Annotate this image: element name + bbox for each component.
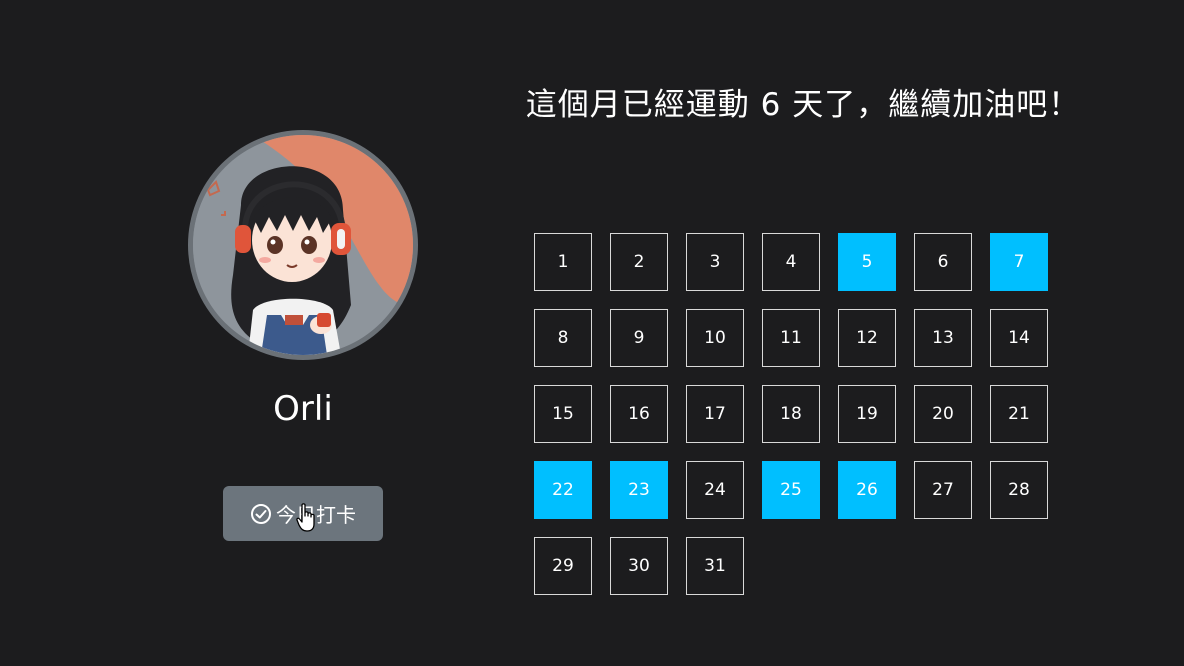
page-title: 這個月已經運動 6 天了，繼續加油吧！ bbox=[525, 87, 1081, 123]
calendar-day[interactable]: 11 bbox=[762, 309, 820, 367]
calendar-day[interactable]: 13 bbox=[914, 309, 972, 367]
check-circle-icon bbox=[250, 503, 272, 525]
calendar-day[interactable]: 21 bbox=[990, 385, 1048, 443]
calendar-day[interactable]: 14 bbox=[990, 309, 1048, 367]
calendar-day[interactable]: 23 bbox=[610, 461, 668, 519]
calendar-day[interactable]: 17 bbox=[686, 385, 744, 443]
calendar-day[interactable]: 4 bbox=[762, 233, 820, 291]
calendar-day[interactable]: 8 bbox=[534, 309, 592, 367]
girl-with-headphones-avatar bbox=[193, 135, 413, 355]
username: Orli bbox=[273, 389, 333, 429]
calendar-day[interactable]: 28 bbox=[990, 461, 1048, 519]
calendar-day[interactable]: 5 bbox=[838, 233, 896, 291]
calendar-day[interactable]: 15 bbox=[534, 385, 592, 443]
calendar-day[interactable]: 10 bbox=[686, 309, 744, 367]
calendar-day[interactable]: 1 bbox=[534, 233, 592, 291]
calendar-day[interactable]: 22 bbox=[534, 461, 592, 519]
calendar-day[interactable]: 7 bbox=[990, 233, 1048, 291]
calendar-day[interactable]: 31 bbox=[686, 537, 744, 595]
calendar-day[interactable]: 27 bbox=[914, 461, 972, 519]
calendar-day[interactable]: 6 bbox=[914, 233, 972, 291]
calendar-day[interactable]: 29 bbox=[534, 537, 592, 595]
checkin-button[interactable]: 今日打卡 bbox=[223, 486, 383, 541]
calendar-day[interactable]: 9 bbox=[610, 309, 668, 367]
calendar-day[interactable]: 30 bbox=[610, 537, 668, 595]
calendar-day[interactable]: 12 bbox=[838, 309, 896, 367]
calendar-day[interactable]: 2 bbox=[610, 233, 668, 291]
calendar-day[interactable]: 18 bbox=[762, 385, 820, 443]
calendar-day[interactable]: 26 bbox=[838, 461, 896, 519]
calendar-day[interactable]: 20 bbox=[914, 385, 972, 443]
calendar-day[interactable]: 25 bbox=[762, 461, 820, 519]
calendar-grid: 1 2 3 4 5 6 7 8 9 10 11 12 13 14 15 16 17 18 19 20 21 22 23 24 2… bbox=[534, 233, 1048, 595]
calendar-day[interactable]: 24 bbox=[686, 461, 744, 519]
calendar-day[interactable]: 19 bbox=[838, 385, 896, 443]
calendar-day[interactable]: 16 bbox=[610, 385, 668, 443]
calendar-day[interactable]: 3 bbox=[686, 233, 744, 291]
avatar bbox=[188, 130, 418, 360]
checkin-button-label: 今日打卡 bbox=[276, 503, 356, 527]
page: Orli 今日打卡 這個月已經運動 6 天了，繼續加油吧！ 1234567891… bbox=[0, 0, 1184, 666]
